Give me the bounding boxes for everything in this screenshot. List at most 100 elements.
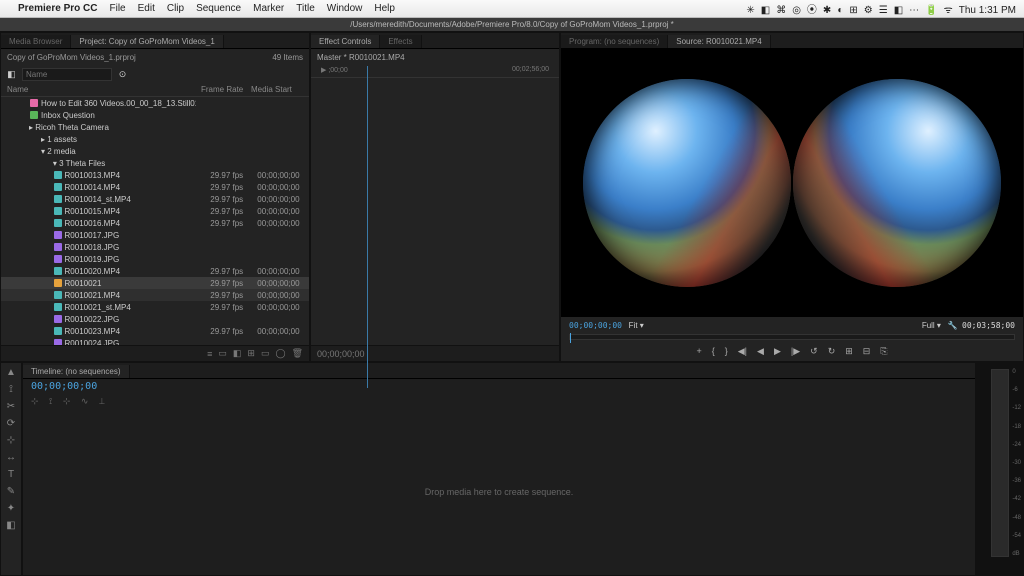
menubar-status-item[interactable]: ☰	[879, 5, 888, 16]
menubar-status-item[interactable]: ◧	[761, 5, 770, 16]
project-footer-button[interactable]: ▭	[261, 348, 270, 359]
menubar-status-item[interactable]: Thu 1:31 PM	[959, 5, 1016, 16]
menubar-status-item[interactable]: ✱	[823, 5, 831, 16]
menu-window[interactable]: Window	[327, 3, 363, 14]
tab-timeline[interactable]: Timeline: (no sequences)	[23, 365, 130, 378]
project-footer-button[interactable]: ◧	[233, 348, 242, 359]
menu-help[interactable]: Help	[374, 3, 395, 14]
project-item[interactable]: R0010022.JPG	[1, 313, 309, 325]
menu-marker[interactable]: Marker	[253, 3, 284, 14]
item-fps: 29.97 fps	[210, 291, 257, 300]
tab-effects[interactable]: Effects	[380, 35, 421, 48]
transport-button[interactable]: ↺	[810, 346, 818, 357]
timeline-drop-area[interactable]: Drop media here to create sequence.	[23, 409, 975, 575]
project-item[interactable]: ▸ 1 assets	[1, 133, 309, 145]
project-item[interactable]: ▾ 2 media	[1, 145, 309, 157]
monitor-scrub-bar[interactable]	[569, 334, 1015, 340]
menubar-status-item[interactable]: ⋯	[909, 5, 919, 16]
search-clear-icon[interactable]: ⊙	[118, 69, 127, 80]
transport-button[interactable]: ↻	[828, 346, 836, 357]
project-item[interactable]: How to Edit 360 Videos.00_00_18_13.Still…	[1, 97, 309, 109]
project-item[interactable]: R0010021_st.MP429.97 fps00;00;00;00	[1, 301, 309, 313]
tool-button[interactable]: ✂	[7, 401, 15, 412]
menubar-status-item[interactable]: ◐	[837, 5, 843, 16]
project-item[interactable]: R0010014.MP429.97 fps00;00;00;00	[1, 181, 309, 193]
transport-button[interactable]: |▶	[791, 346, 800, 357]
monitor-timecode-current[interactable]: 00;00;00;00	[569, 321, 622, 330]
app-name[interactable]: Premiere Pro CC	[18, 3, 97, 14]
project-item[interactable]: R0010020.MP429.97 fps00;00;00;00	[1, 265, 309, 277]
col-name[interactable]: Name	[1, 85, 201, 94]
tool-button[interactable]: ▲	[6, 367, 16, 378]
menu-clip[interactable]: Clip	[167, 3, 184, 14]
transport-button[interactable]: ⊞	[845, 346, 853, 357]
project-item[interactable]: R0010013.MP429.97 fps00;00;00;00	[1, 169, 309, 181]
project-item[interactable]: R0010017.JPG	[1, 229, 309, 241]
menu-edit[interactable]: Edit	[138, 3, 155, 14]
project-item[interactable]: R0010023.MP429.97 fps00;00;00;00	[1, 325, 309, 337]
menu-sequence[interactable]: Sequence	[196, 3, 241, 14]
tool-button[interactable]: ✦	[7, 503, 15, 514]
menubar-status-item[interactable]: ⦿	[807, 5, 817, 16]
menubar-status-item[interactable]: 🔋	[925, 5, 937, 16]
tab-program-monitor[interactable]: Program: (no sequences)	[561, 35, 668, 48]
project-footer-button[interactable]: ⊞	[247, 348, 255, 359]
project-item-list[interactable]: How to Edit 360 Videos.00_00_18_13.Still…	[1, 97, 309, 345]
menubar-status-item[interactable]: ⊞	[849, 5, 857, 16]
tool-button[interactable]: ↔	[6, 452, 16, 463]
col-framerate[interactable]: Frame Rate	[201, 85, 251, 94]
project-footer-button[interactable]: ▭	[218, 348, 227, 359]
tab-project[interactable]: Project: Copy of GoProMom Videos_1	[71, 35, 223, 48]
menubar-status-item[interactable]: ⚙	[864, 5, 873, 16]
menubar-status-item[interactable]: ⌘	[776, 5, 786, 16]
item-fps: 29.97 fps	[210, 327, 257, 336]
transport-button[interactable]: ⎘	[880, 346, 887, 357]
transport-button[interactable]: ⊟	[863, 346, 871, 357]
project-item[interactable]: R0010018.JPG	[1, 241, 309, 253]
timeline-timecode[interactable]: 00;00;00;00	[23, 379, 975, 394]
project-item[interactable]: R0010021.MP429.97 fps00;00;00;00	[1, 289, 309, 301]
tool-button[interactable]: ⟟	[9, 384, 13, 395]
project-item[interactable]: R0010014_st.MP429.97 fps00;00;00;00	[1, 193, 309, 205]
transport-button[interactable]: ▶	[774, 346, 781, 357]
monitor-view[interactable]	[561, 49, 1023, 317]
tool-button[interactable]: ✎	[7, 486, 15, 497]
menu-title[interactable]: Title	[296, 3, 315, 14]
project-item[interactable]: ▸ Ricoh Theta Camera	[1, 121, 309, 133]
tool-button[interactable]: ⟳	[7, 418, 15, 429]
menubar-status-item[interactable]: ◧	[894, 5, 903, 16]
item-name: R0010021.MP4	[65, 291, 211, 300]
project-footer-button[interactable]: 🗑	[292, 348, 303, 359]
transport-button[interactable]: +	[696, 346, 701, 357]
filter-icon[interactable]: ◧	[7, 69, 16, 80]
project-search-input[interactable]	[22, 68, 112, 81]
project-item[interactable]: R0010019.JPG	[1, 253, 309, 265]
project-footer-button[interactable]: ◯	[275, 348, 285, 359]
tool-button[interactable]: T	[8, 469, 14, 480]
menubar-status-item[interactable]: ᯤ	[944, 5, 953, 16]
project-item[interactable]: Inbox Question	[1, 109, 309, 121]
project-item[interactable]: R0010024.JPG	[1, 337, 309, 345]
effect-master-clip[interactable]: Master * R0010021.MP4	[311, 49, 559, 66]
menu-file[interactable]: File	[109, 3, 125, 14]
tab-media-browser[interactable]: Media Browser	[1, 35, 71, 48]
tool-button[interactable]: ⊹	[7, 435, 15, 446]
transport-button[interactable]: ◀	[757, 346, 764, 357]
project-item[interactable]: R0010016.MP429.97 fps00;00;00;00	[1, 217, 309, 229]
project-item[interactable]: R001002129.97 fps00;00;00;00	[1, 277, 309, 289]
menubar-status-item[interactable]: ✳	[746, 5, 754, 16]
monitor-fit-dropdown[interactable]: Fit	[629, 321, 638, 330]
transport-button[interactable]: ◀|	[738, 346, 747, 357]
tool-button[interactable]: ◧	[6, 520, 15, 531]
transport-button[interactable]: {	[712, 346, 715, 357]
tab-source-monitor[interactable]: Source: R0010021.MP4	[668, 35, 770, 48]
project-item[interactable]: ▾ 3 Theta Files	[1, 157, 309, 169]
monitor-resolution-dropdown[interactable]: Full	[922, 321, 935, 330]
tab-effect-controls[interactable]: Effect Controls	[311, 35, 380, 48]
transport-button[interactable]: }	[725, 346, 728, 357]
timeline-track-toggles[interactable]: ⊹ ⟟ ⊹ ∿ ⟂	[23, 394, 975, 409]
project-footer-button[interactable]: ≡	[207, 349, 212, 359]
col-media-start[interactable]: Media Start	[251, 85, 301, 94]
menubar-status-item[interactable]: ◎	[792, 5, 801, 16]
project-item[interactable]: R0010015.MP429.97 fps00;00;00;00	[1, 205, 309, 217]
